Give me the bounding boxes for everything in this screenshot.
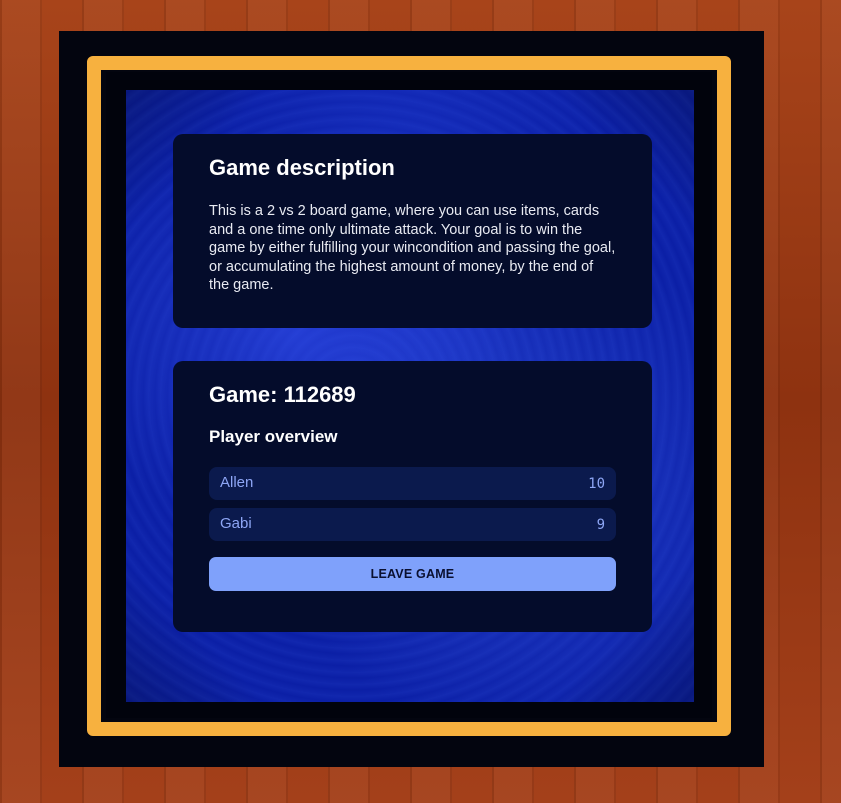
player-overview-title: Player overview	[209, 427, 338, 446]
leave-game-button[interactable]: LEAVE GAME	[209, 557, 616, 591]
player-list: Allen 10 Gabi 9	[209, 467, 616, 541]
player-name: Gabi	[220, 515, 252, 532]
player-score: 10	[588, 476, 605, 492]
player-score: 9	[596, 517, 605, 533]
game-info-panel: Game: 112689 Player overview Allen 10 Ga…	[173, 361, 652, 632]
game-description-panel: Game description This is a 2 vs 2 board …	[173, 134, 652, 328]
game-description-text: This is a 2 vs 2 board game, where you c…	[209, 203, 616, 293]
game-description-title: Game description	[209, 155, 395, 180]
player-row-allen: Allen 10	[209, 467, 616, 500]
player-row-gabi: Gabi 9	[209, 508, 616, 541]
game-id-title: Game: 112689	[209, 382, 356, 407]
player-name: Allen	[220, 474, 254, 491]
